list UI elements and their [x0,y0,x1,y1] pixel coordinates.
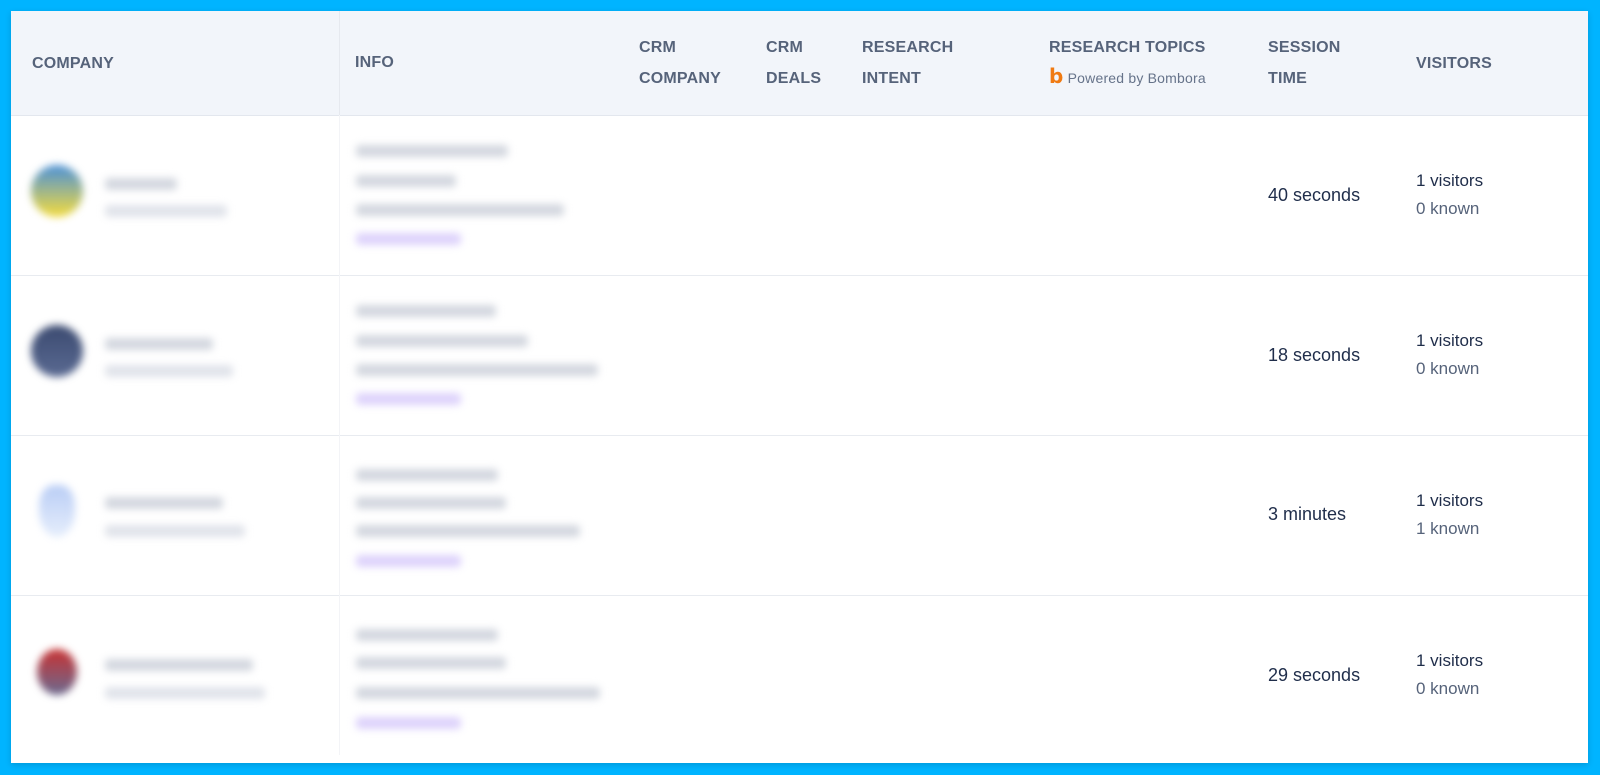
column-divider [339,435,340,595]
visitors-count: 1 visitors [1416,491,1484,510]
column-header-label: INTENT [862,70,921,87]
info-location-redacted [356,175,456,187]
column-header-company[interactable]: COMPANY [32,48,114,79]
company-logo-avatar [39,485,75,537]
view-details-link-redacted[interactable] [356,393,461,405]
session-time: 18 seconds [1268,345,1361,365]
table-row[interactable]: 18 seconds 1 visitors 0 known [11,275,1588,436]
table-header: COMPANY INFO CRM COMPANY CRM DEALS RESEA… [11,11,1588,116]
session-time: 29 seconds [1268,665,1361,685]
info-location-redacted [356,335,528,347]
info-employees-redacted [356,469,498,481]
session-time: 3 minutes [1268,504,1347,524]
company-logo-avatar [31,325,83,377]
company-domain-redacted [105,365,233,377]
session-time: 40 seconds [1268,185,1361,205]
column-header-session-time[interactable]: SESSION TIME [1268,32,1341,94]
visitors-count: 1 visitors [1416,651,1484,670]
bombora-label: Powered by Bombora [1067,70,1206,86]
info-revenue-redacted [356,687,600,699]
column-header-label: CRM [639,39,677,56]
column-header-info[interactable]: INFO [355,47,394,78]
view-details-link-redacted[interactable] [356,717,461,729]
info-revenue-redacted [356,204,564,216]
known-count: 0 known [1416,359,1480,378]
visitors-cell[interactable]: 1 visitors 1 known [1416,487,1483,543]
visitors-count: 1 visitors [1416,331,1484,350]
column-header-crm-company[interactable]: CRM COMPANY [639,32,721,94]
company-domain-redacted [105,687,265,699]
column-header-label: CRM [766,39,804,56]
column-header-label: RESEARCH TOPICS [1049,39,1206,56]
info-employees-redacted [356,629,498,641]
known-count: 0 known [1416,679,1480,698]
visitors-cell[interactable]: 1 visitors 0 known [1416,327,1483,383]
bombora-logo-icon: b [1049,64,1064,88]
table-row[interactable]: 40 seconds 1 visitors 0 known [11,115,1588,276]
company-name-redacted [105,338,213,350]
column-divider [339,275,340,435]
column-divider[interactable] [339,11,340,115]
view-details-link-redacted[interactable] [356,555,461,567]
info-location-redacted [356,497,506,509]
view-details-link-redacted[interactable] [356,233,461,245]
column-header-label: DEALS [766,70,822,87]
company-name-redacted [105,178,177,190]
table-row[interactable]: 29 seconds 1 visitors 0 known [11,595,1588,755]
column-divider [339,595,340,755]
column-header-label: RESEARCH [862,39,954,56]
visitors-cell[interactable]: 1 visitors 0 known [1416,647,1483,703]
info-revenue-redacted [356,364,598,376]
column-header-label: COMPANY [639,70,721,87]
column-header-label: VISITORS [1416,55,1492,72]
company-logo-avatar [31,165,83,217]
info-revenue-redacted [356,525,580,537]
column-header-research-intent[interactable]: RESEARCH INTENT [862,32,953,94]
column-divider [339,115,340,275]
table-row[interactable]: 3 minutes 1 visitors 1 known [11,435,1588,596]
known-count: 1 known [1416,519,1480,538]
info-location-redacted [356,657,506,669]
column-header-visitors[interactable]: VISITORS [1416,48,1492,79]
column-header-crm-deals[interactable]: CRM DEALS [766,32,821,94]
column-header-label: TIME [1268,70,1308,87]
company-logo-avatar [37,649,77,695]
powered-by-bombora[interactable]: b Powered by Bombora [1049,63,1206,94]
info-employees-redacted [356,305,496,317]
column-header-label: INFO [355,54,395,71]
visitors-count: 1 visitors [1416,171,1484,190]
company-name-redacted [105,659,253,671]
company-domain-redacted [105,205,227,217]
company-name-redacted [105,497,223,509]
info-employees-redacted [356,145,508,157]
known-count: 0 known [1416,199,1480,218]
company-domain-redacted [105,525,245,537]
company-visits-table: COMPANY INFO CRM COMPANY CRM DEALS RESEA… [11,11,1588,763]
column-header-label: SESSION [1268,39,1341,56]
column-header-label: COMPANY [32,55,114,72]
column-header-research-topics[interactable]: RESEARCH TOPICS b Powered by Bombora [1049,32,1206,94]
visitors-cell[interactable]: 1 visitors 0 known [1416,167,1483,223]
